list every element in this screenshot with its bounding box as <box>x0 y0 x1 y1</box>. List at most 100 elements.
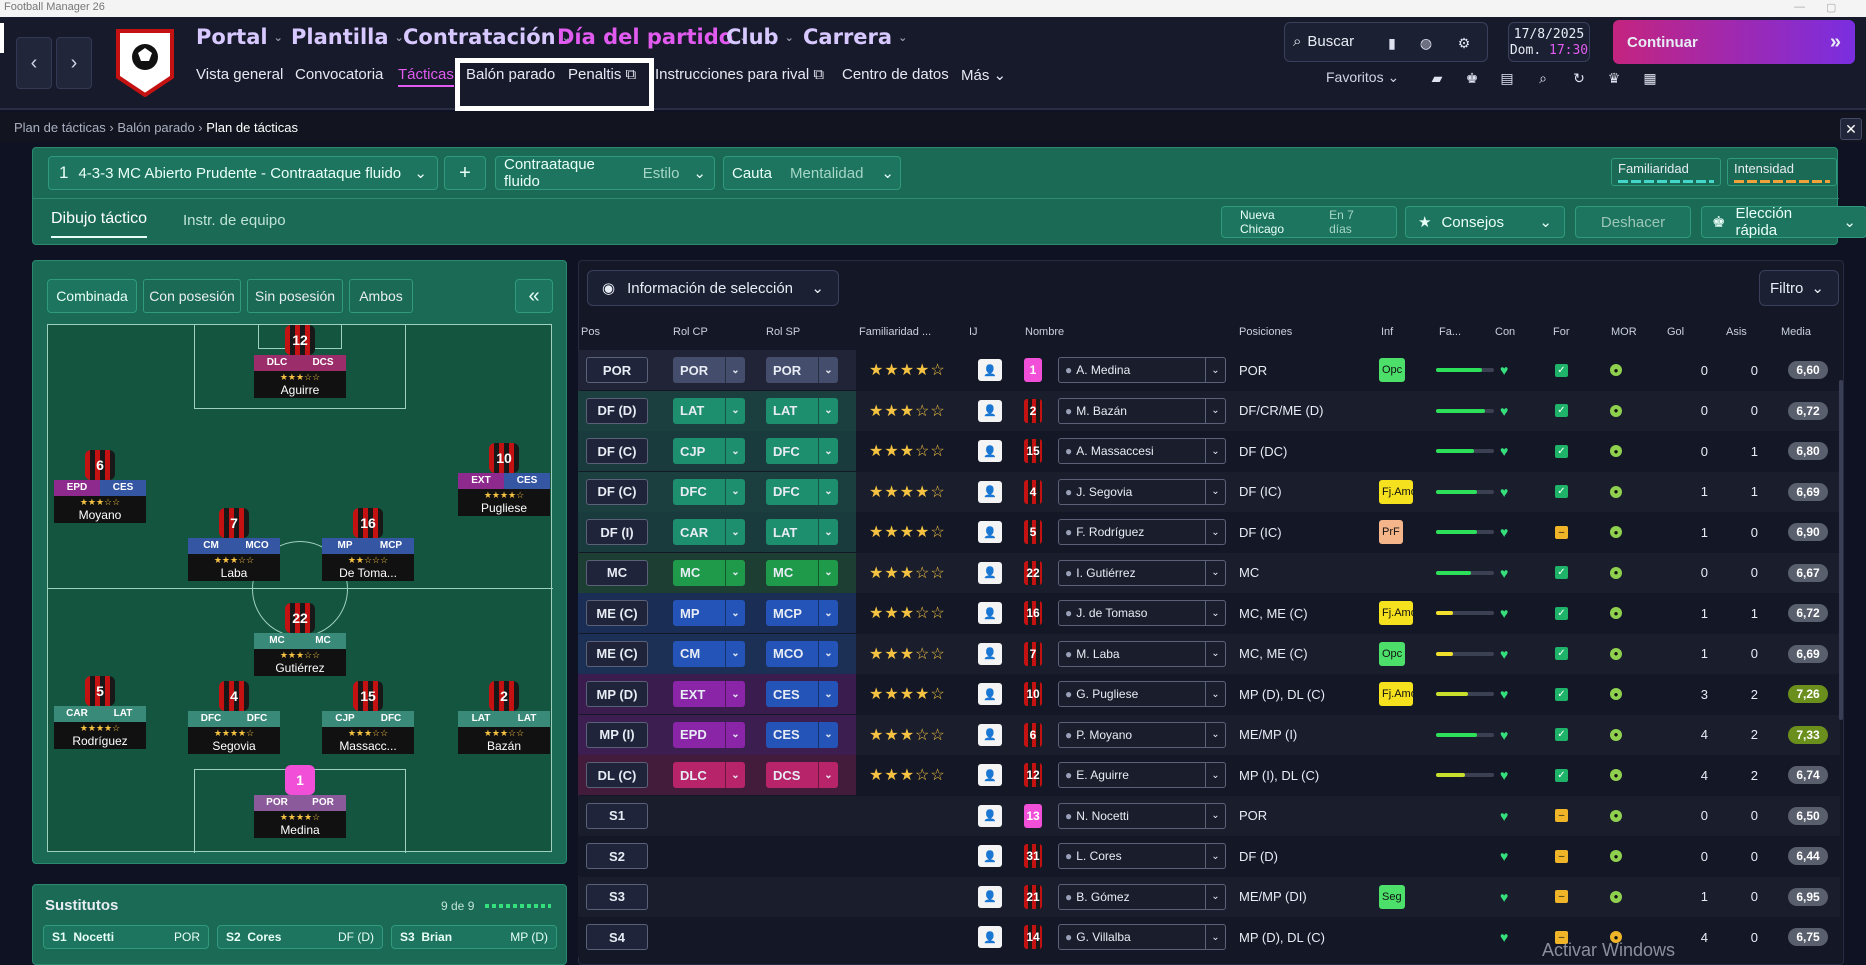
role-cp-select[interactable]: CAR ⌄ <box>673 519 745 545</box>
scout-icon[interactable]: ⌕ <box>1530 65 1556 91</box>
continue-button[interactable]: Continuar » <box>1613 20 1855 64</box>
col-posiciones[interactable]: Posiciones <box>1239 326 1292 338</box>
col-con[interactable]: Con <box>1495 326 1515 338</box>
next-match[interactable]: Nueva Chicago En 7 días <box>1221 206 1397 238</box>
table-row[interactable]: MC MC ⌄ MC ⌄ ★★★☆☆ 👤 22 ● I. Gutiérrez ⌄ MC ♥ ✓ ● 0 0 6,6… <box>578 552 1840 593</box>
table-row[interactable]: MP (I) EPD ⌄ CES ⌄ ★★★☆☆ 👤 6 ● P. Moyano ⌄ ME/MP (I… <box>578 714 1840 755</box>
breadcrumb-item[interactable]: Balón parado <box>117 120 194 135</box>
pos-button[interactable]: S4 <box>586 924 648 950</box>
person-icon[interactable]: 👤 <box>978 521 1002 543</box>
sub-slot[interactable]: S3 Brian MP (D) <box>391 925 557 949</box>
player-select[interactable]: ● A. Medina ⌄ <box>1058 357 1226 383</box>
col-rol-sp[interactable]: Rol SP <box>766 326 800 338</box>
gear-icon[interactable]: ⚙ <box>1451 30 1477 56</box>
person-icon[interactable]: 👤 <box>978 642 1002 665</box>
col-rol-cp[interactable]: Rol CP <box>673 326 708 338</box>
style-selector[interactable]: Contraataque fluido Estilo ⌄ <box>495 156 715 190</box>
table-row[interactable]: POR POR ⌄ POR ⌄ ★★★★☆ 👤 1 ● A. Medina ⌄ POR Opc ♥ ✓ ● 0 0… <box>578 350 1840 390</box>
player-select[interactable]: ● B. Gómez ⌄ <box>1058 883 1226 910</box>
role-cp-select[interactable]: POR ⌄ <box>673 357 745 383</box>
person-icon[interactable]: 👤 <box>978 480 1002 503</box>
person-icon[interactable]: 👤 <box>978 804 1002 827</box>
familiarity-meter[interactable]: Familiaridad <box>1611 158 1721 186</box>
sub-slot[interactable]: S2 Cores DF (D) <box>217 925 383 949</box>
role-cp-select[interactable]: DFC ⌄ <box>673 478 745 505</box>
pos-button[interactable]: MP (D) <box>586 681 648 707</box>
selection-info-dropdown[interactable]: ◉ Información de selección ⌄ <box>587 270 839 306</box>
table-row[interactable]: DL (C) DLC ⌄ DCS ⌄ ★★★☆☆ 👤 12 ● E. Aguirre ⌄ MP (I)… <box>578 755 1840 795</box>
filter-con-posesion[interactable]: Con posesión <box>143 279 241 313</box>
pos-button[interactable]: POR <box>586 357 648 383</box>
role-cp-select[interactable]: EPD ⌄ <box>673 721 745 748</box>
favorites-button[interactable]: Favoritos ⌄ <box>1326 69 1399 86</box>
search-button[interactable]: ⌕ Buscar <box>1293 33 1354 50</box>
role-sp-select[interactable]: CES ⌄ <box>766 721 838 748</box>
add-tactic-button[interactable]: + <box>444 156 486 190</box>
player-select[interactable]: ● I. Gutiérrez ⌄ <box>1058 559 1226 586</box>
filter-combinada[interactable]: Combinada <box>47 279 137 313</box>
sub-slot[interactable]: S1 Nocetti POR <box>43 925 209 949</box>
menu-portal[interactable]: Portal ⌄ <box>196 25 283 49</box>
col-for[interactable]: For <box>1553 326 1570 338</box>
col-media[interactable]: Media <box>1781 326 1811 338</box>
collapse-icon[interactable]: « <box>515 279 553 313</box>
pos-button[interactable]: ME (C) <box>586 600 648 626</box>
role-sp-select[interactable]: MCO ⌄ <box>766 640 838 667</box>
club-crest[interactable] <box>112 27 178 98</box>
person-icon[interactable]: 👤 <box>978 885 1002 908</box>
player-select[interactable]: ● G. Pugliese ⌄ <box>1058 681 1226 707</box>
chat-icon[interactable]: ▰ <box>1424 65 1450 91</box>
role-sp-select[interactable]: MC ⌄ <box>766 559 838 586</box>
col-familiaridad[interactable]: Familiaridad ... <box>859 326 931 338</box>
menu-contratacion[interactable]: Contratación ⌄ <box>403 25 571 49</box>
pitch-player[interactable]: 5 CAR LAT ★★★★☆ Rodríguez <box>54 676 146 749</box>
person-icon[interactable]: 👤 <box>978 926 1002 948</box>
tactic-selector[interactable]: 1 4-3-3 MC Abierto Prudente - Contraataq… <box>48 156 438 190</box>
role-sp-select[interactable]: POR ⌄ <box>766 357 838 383</box>
subnav-penaltis[interactable]: Penaltis ⧉ <box>568 66 636 83</box>
mentality-selector[interactable]: Cauta Mentalidad ⌄ <box>723 156 901 190</box>
table-row[interactable]: S1 👤 13 ● N. Nocetti ⌄ POR ♥ – ● 0 0 6,50 <box>578 795 1840 836</box>
pos-button[interactable]: MC <box>586 559 648 586</box>
role-cp-select[interactable]: DLC ⌄ <box>673 762 745 788</box>
pos-button[interactable]: S1 <box>586 802 648 829</box>
undo-button[interactable]: Deshacer <box>1575 206 1691 238</box>
pitch-player[interactable]: 12 DLC DCS ★★★☆☆ Aguirre <box>254 325 346 398</box>
subnav-instrucciones-rival[interactable]: Instrucciones para rival ⧉ <box>655 66 824 83</box>
col-mor[interactable]: MOR <box>1611 326 1637 338</box>
quick-pick-button[interactable]: ♚ Elección rápida ⌄ <box>1701 205 1866 239</box>
role-cp-select[interactable]: MC ⌄ <box>673 559 745 586</box>
person-icon[interactable]: 👤 <box>978 845 1002 867</box>
col-ij[interactable]: IJ <box>969 326 978 338</box>
player-select[interactable]: ● L. Cores ⌄ <box>1058 843 1226 869</box>
trophy-icon[interactable]: ♛ <box>1601 65 1627 91</box>
col-nombre[interactable]: Nombre <box>1025 326 1064 338</box>
role-cp-select[interactable]: LAT ⌄ <box>673 397 745 424</box>
info-tag[interactable]: Opc <box>1379 641 1406 666</box>
player-select[interactable]: ● P. Moyano ⌄ <box>1058 721 1226 748</box>
role-cp-select[interactable]: CM ⌄ <box>673 640 745 667</box>
role-cp-select[interactable]: CJP ⌄ <box>673 438 745 464</box>
role-sp-select[interactable]: LAT ⌄ <box>766 519 838 545</box>
role-sp-select[interactable]: CES ⌄ <box>766 681 838 707</box>
pitch-player[interactable]: 15 CJP DFC ★★★☆☆ Massacc... <box>322 681 414 754</box>
player-select[interactable]: ● M. Bazán ⌄ <box>1058 397 1226 424</box>
pos-button[interactable]: ME (C) <box>586 640 648 667</box>
table-row[interactable]: ME (C) CM ⌄ MCO ⌄ ★★★☆☆ 👤 7 ● M. Laba ⌄ MC, ME (C) O… <box>578 633 1840 674</box>
person-icon[interactable]: 👤 <box>978 723 1002 746</box>
tab-dibujo-tactico[interactable]: Dibujo táctico <box>51 210 148 238</box>
advice-button[interactable]: ★ Consejos ⌄ <box>1405 206 1565 238</box>
role-sp-select[interactable]: DCS ⌄ <box>766 762 838 788</box>
pitch-player[interactable]: 2 LAT LAT ★★★☆☆ Bazán <box>458 681 550 754</box>
subnav-centro-datos[interactable]: Centro de datos <box>842 66 949 83</box>
player-select[interactable]: ● J. Segovia ⌄ <box>1058 478 1226 505</box>
shirt-icon[interactable]: ♚ <box>1459 65 1485 91</box>
intensity-meter[interactable]: Intensidad <box>1727 158 1837 186</box>
minimize-icon[interactable]: — <box>1794 1 1805 13</box>
col-gol[interactable]: Gol <box>1667 326 1684 338</box>
pos-button[interactable]: DF (D) <box>586 397 648 424</box>
subnav-mas[interactable]: Más ⌄ <box>961 66 1006 84</box>
pitch-player[interactable]: 1 POR POR ★★★★☆ Medina <box>254 765 346 838</box>
info-tag[interactable]: Fj.Amo <box>1379 601 1413 625</box>
subnav-tacticas[interactable]: Tácticas <box>398 66 454 87</box>
